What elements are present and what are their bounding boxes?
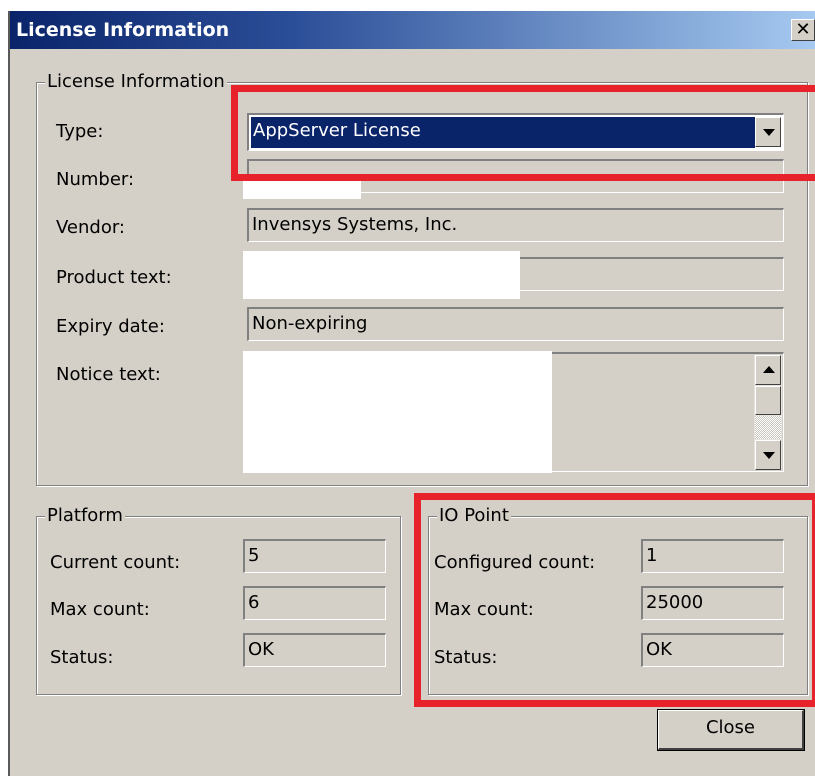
- window-title: License Information: [16, 19, 230, 41]
- chevron-down-icon: [763, 452, 775, 459]
- vendor-label: Vendor:: [56, 217, 125, 238]
- platform-legend: Platform: [45, 505, 125, 526]
- platform-status-field: OK: [243, 633, 386, 667]
- close-glyph: ✕: [795, 19, 811, 40]
- expiry-date-label: Expiry date:: [56, 316, 165, 337]
- title-bar[interactable]: License Information ✕: [10, 11, 815, 49]
- product-text-label: Product text:: [56, 267, 172, 288]
- notice-text-label: Notice text:: [56, 364, 161, 385]
- notice-text-redacted: [243, 351, 552, 473]
- scroll-up-button[interactable]: [755, 355, 781, 385]
- platform-max-count-field: 6: [243, 586, 386, 620]
- number-label: Number:: [56, 169, 135, 190]
- product-text-redacted: [243, 251, 520, 299]
- license-information-legend: License Information: [45, 71, 227, 92]
- scroll-track[interactable]: [755, 416, 781, 439]
- notice-scrollbar[interactable]: [754, 355, 782, 470]
- scroll-down-button[interactable]: [755, 440, 781, 470]
- type-highlight-box: [231, 85, 815, 181]
- platform-current-count-field: 5: [243, 539, 386, 573]
- license-dialog: License Information ✕ License Informatio…: [8, 11, 815, 776]
- close-icon[interactable]: ✕: [791, 19, 815, 41]
- close-button[interactable]: Close: [658, 710, 804, 750]
- io-point-highlight-box: [414, 493, 815, 707]
- platform-status-label: Status:: [50, 647, 114, 668]
- expiry-date-field: Non-expiring: [247, 307, 784, 341]
- vendor-field: Invensys Systems, Inc.: [247, 208, 784, 242]
- platform-current-count-label: Current count:: [50, 552, 181, 573]
- scroll-thumb[interactable]: [755, 386, 781, 415]
- chevron-up-icon: [763, 366, 775, 373]
- type-label: Type:: [56, 121, 104, 142]
- platform-max-count-label: Max count:: [50, 599, 150, 620]
